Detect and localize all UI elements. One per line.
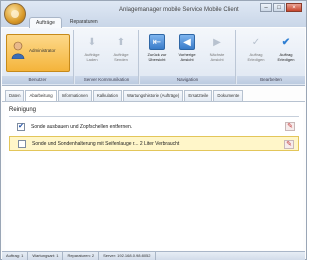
group-user: Administrator Benutzer: [2, 30, 74, 84]
ribbon-tab-auftraege[interactable]: Aufträge: [29, 17, 62, 28]
arrow-left-icon: ◀: [179, 34, 195, 50]
edit-pencil-icon[interactable]: ✎: [284, 140, 294, 149]
group-server: ⬇ Aufträge Laden ⬆ Aufträge Senden Serve…: [75, 30, 139, 84]
tab-wartungshistorie[interactable]: Wartungshistorie (Aufträge): [122, 90, 184, 101]
check-icon: ✔: [281, 36, 291, 48]
task-panel: Reinigung ✔ Sonde ausbauen und Zopfschel…: [5, 102, 303, 250]
group-label-user: Benutzer: [2, 76, 73, 84]
user-tile[interactable]: Administrator: [6, 34, 70, 72]
user-name: Administrator: [29, 48, 56, 53]
group-edit: ✓ Auftrag Erledigen ✔ Auftrag Erledigen …: [237, 30, 305, 84]
arrow-right-icon: ▶: [213, 36, 221, 48]
close-button[interactable]: ×: [286, 3, 302, 12]
group-label-server: Server Kommunikation: [75, 76, 138, 84]
load-orders-button[interactable]: ⬇ Aufträge Laden: [79, 34, 105, 74]
ribbon-tab-reparaturen[interactable]: Reparaturen: [64, 17, 104, 28]
window-controls: – □ ×: [260, 3, 302, 12]
task-row-selected[interactable]: Sonde und Sondenhalterung mit Seifenlaug…: [9, 136, 299, 151]
maximize-button[interactable]: □: [273, 3, 285, 12]
tab-daten[interactable]: Daten: [5, 90, 25, 101]
check-icon: ✓: [251, 36, 261, 48]
overview-icon: ⇤: [149, 34, 165, 50]
download-arrow-icon: ⬇: [87, 36, 97, 48]
task-checkbox[interactable]: [18, 139, 26, 148]
orb-highlight: [11, 10, 19, 18]
complete-order-disabled-button[interactable]: ✓ Auftrag Erledigen: [243, 34, 269, 74]
section-title: Reinigung: [9, 107, 37, 113]
window-title: Anlagemanager mobile Service Mobile Clie…: [119, 7, 239, 13]
upload-arrow-icon: ⬆: [116, 36, 126, 48]
ribbon-tabs: Aufträge Reparaturen: [29, 17, 104, 28]
status-bar: Auftrag: 1 Wartungsart: 1 Reparaturen: 2…: [2, 251, 305, 260]
user-avatar-icon: [11, 41, 25, 59]
app-window: Anlagemanager mobile Service Mobile Clie…: [0, 0, 307, 260]
ribbon: Administrator Benutzer ⬇ Aufträge Laden …: [2, 28, 305, 86]
minimize-button[interactable]: –: [260, 3, 272, 12]
status-maintenance-type: Wartungsart: 1: [28, 252, 64, 260]
status-order: Auftrag: 1: [2, 252, 29, 260]
app-menu-orb[interactable]: [4, 3, 26, 25]
group-navigation: ⇤ Zurück zur Übersicht ◀ Vorherige Ansic…: [140, 30, 236, 84]
send-orders-button[interactable]: ⬆ Aufträge Senden: [108, 34, 134, 74]
group-label-edit: Bearbeiten: [237, 76, 305, 84]
tab-informationen[interactable]: Informationen: [57, 90, 92, 101]
edit-pencil-icon[interactable]: ✎: [285, 122, 295, 131]
task-checkbox[interactable]: ✔: [17, 122, 25, 131]
next-view-button[interactable]: ▶ Nächste Ansicht: [204, 34, 230, 74]
group-label-navigation: Navigation: [140, 76, 235, 84]
task-text: Sonde ausbauen und Zopfschellen entferne…: [31, 123, 133, 130]
complete-order-button[interactable]: ✔ Auftrag Erledigen: [273, 34, 299, 74]
back-to-overview-button[interactable]: ⇤ Zurück zur Übersicht: [144, 34, 170, 74]
previous-view-button[interactable]: ◀ Vorherige Ansicht: [174, 34, 200, 74]
task-row[interactable]: ✔ Sonde ausbauen und Zopfschellen entfer…: [9, 119, 299, 134]
tab-dokumente[interactable]: Dokumente: [213, 90, 244, 101]
tab-kalkulation[interactable]: Kalkulation: [92, 90, 122, 101]
status-repairs: Reparaturen: 2: [63, 252, 100, 260]
title-bar: Anlagemanager mobile Service Mobile Clie…: [1, 1, 306, 28]
section-divider: [9, 116, 299, 117]
status-server: Server: 192.168.0.98:8052: [99, 252, 156, 260]
tab-ersatzteile[interactable]: Ersatzteile: [184, 90, 213, 101]
task-text: Sonde und Sondenhalterung mit Seifenlaug…: [32, 140, 180, 147]
